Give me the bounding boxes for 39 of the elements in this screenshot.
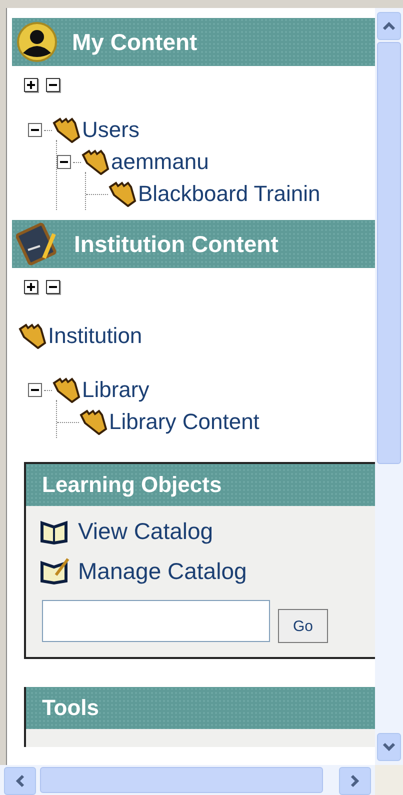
folder-icon — [52, 377, 82, 403]
go-button[interactable]: Go — [278, 609, 328, 643]
panel-title: Tools — [42, 695, 100, 721]
scroll-thumb[interactable] — [377, 42, 401, 464]
scroll-left-icon[interactable] — [4, 767, 36, 795]
expand-all-icon[interactable] — [24, 78, 38, 92]
scroll-up-icon[interactable] — [377, 12, 401, 40]
scrollbar-corner — [375, 765, 403, 795]
panel-title: Learning Objects — [42, 472, 222, 498]
vertical-scrollbar[interactable] — [375, 8, 403, 765]
scroll-down-icon[interactable] — [377, 733, 401, 761]
tree-item[interactable]: Library — [82, 377, 150, 403]
folder-icon — [52, 117, 82, 143]
expand-all-icon[interactable] — [24, 280, 38, 294]
user-icon — [16, 21, 58, 63]
tree-item[interactable]: Institution — [48, 323, 142, 349]
folder-icon — [81, 149, 111, 175]
catalog-link[interactable]: Manage Catalog — [26, 545, 375, 585]
collapse-icon[interactable] — [57, 155, 71, 169]
tree-item[interactable]: aemmanu — [111, 149, 209, 175]
tree-item[interactable]: Library Content — [109, 409, 260, 435]
collapse-all-icon[interactable] — [46, 78, 60, 92]
collapse-icon[interactable] — [28, 123, 42, 137]
folder-icon — [79, 409, 109, 435]
section-title: My Content — [72, 28, 198, 56]
tree-item[interactable]: Blackboard Trainin — [138, 181, 320, 207]
folder-icon — [18, 323, 48, 349]
catalog-link[interactable]: View Catalog — [26, 506, 375, 545]
folder-icon — [108, 181, 138, 207]
horizontal-scrollbar[interactable] — [0, 765, 375, 795]
book-pencil-icon — [40, 557, 70, 585]
scroll-right-icon[interactable] — [339, 767, 371, 795]
tree-item[interactable]: Users — [82, 117, 140, 143]
collapse-icon[interactable] — [28, 383, 42, 397]
search-field[interactable] — [42, 600, 270, 642]
collapse-all-icon[interactable] — [46, 280, 60, 294]
scroll-thumb[interactable] — [40, 767, 323, 793]
book-icon — [40, 518, 70, 544]
section-title: Institution Content — [74, 230, 278, 258]
